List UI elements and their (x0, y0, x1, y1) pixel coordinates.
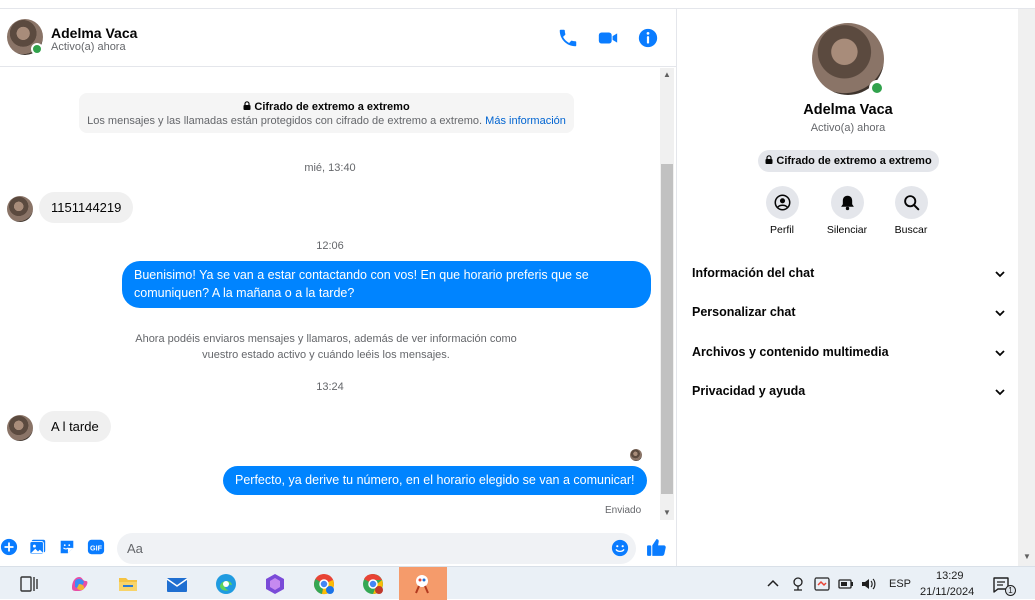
lock-icon (243, 101, 251, 110)
section-customize-chat[interactable]: Personalizar chat (692, 301, 1006, 325)
volume-icon[interactable] (860, 576, 876, 592)
message-list: Cifrado de extremo a extremo Los mensaje… (0, 68, 660, 520)
photo-icon[interactable] (29, 538, 47, 556)
onedrive-icon[interactable] (814, 576, 830, 592)
taskbar: ESP 13:29 21/11/2024 1 (0, 566, 1035, 600)
video-call-icon[interactable] (597, 27, 619, 49)
lock-icon (765, 155, 773, 164)
encryption-description: Los mensajes y las llamadas están proteg… (87, 115, 483, 127)
window-top-edge (0, 0, 1035, 9)
messenger-window: Adelma Vaca Activo(a) ahora Cifrado de e… (0, 0, 1035, 566)
mail-icon[interactable] (166, 573, 188, 595)
profile-label: Perfil (770, 224, 794, 236)
outgoing-message[interactable]: Buenisimo! Ya se van a estar contactando… (122, 261, 651, 308)
timestamp: mié, 13:40 (304, 162, 356, 174)
thumbs-up-icon[interactable] (646, 537, 667, 558)
composer-bar: GIF (0, 520, 676, 566)
sticker-icon[interactable] (58, 538, 76, 556)
timestamp: 13:24 (316, 381, 344, 393)
language-indicator[interactable]: ESP (889, 578, 911, 590)
chrome-icon[interactable] (362, 573, 384, 595)
battery-icon[interactable] (838, 576, 854, 592)
clock-time[interactable]: 13:29 (936, 570, 964, 582)
contact-status: Activo(a) ahora (51, 41, 126, 53)
bell-icon (841, 195, 854, 211)
chat-details-pane: Adelma Vaca Activo(a) ahora Cifrado de e… (676, 9, 1018, 566)
chat-pane: Adelma Vaca Activo(a) ahora Cifrado de e… (0, 9, 676, 566)
scroll-up-arrow-icon[interactable]: ▲ (660, 68, 674, 82)
section-chat-info[interactable]: Información del chat (692, 262, 1006, 286)
sender-avatar[interactable] (7, 415, 33, 441)
chevron-down-icon (995, 310, 1005, 317)
copilot-icon[interactable] (68, 573, 90, 595)
emoji-icon[interactable] (611, 539, 629, 557)
outgoing-message[interactable]: Perfecto, ya derive tu número, en el hor… (223, 466, 647, 495)
encryption-badge[interactable]: Cifrado de extremo a extremo (758, 150, 939, 172)
section-privacy-help[interactable]: Privacidad y ayuda (692, 380, 1006, 404)
gif-icon[interactable]: GIF (87, 538, 105, 556)
timestamp: 12:06 (316, 240, 344, 252)
plus-icon[interactable] (0, 538, 18, 556)
notification-count: 1 (1005, 585, 1016, 596)
info-icon[interactable] (637, 27, 659, 49)
sent-status: Enviado (605, 505, 642, 516)
profile-name: Adelma Vaca (803, 102, 893, 118)
online-indicator (31, 43, 43, 55)
search-icon (904, 195, 920, 211)
chevron-down-icon (995, 271, 1005, 278)
edge-browser-icon[interactable] (215, 573, 237, 595)
task-view-icon[interactable] (19, 574, 39, 594)
chat-header: Adelma Vaca Activo(a) ahora (0, 9, 676, 67)
mute-label: Silenciar (826, 224, 868, 236)
contact-name[interactable]: Adelma Vaca (51, 25, 137, 41)
incoming-message[interactable]: A l tarde (39, 411, 111, 442)
sender-avatar[interactable] (7, 196, 33, 222)
chevron-up-icon[interactable] (766, 577, 780, 591)
more-info-link[interactable]: Más información (485, 115, 566, 127)
online-indicator (869, 80, 885, 96)
profile-icon (774, 194, 791, 211)
phone-icon[interactable] (557, 27, 579, 49)
profile-button[interactable] (766, 186, 799, 219)
chrome-profile-icon[interactable] (313, 573, 335, 595)
read-receipt-avatar (630, 449, 642, 461)
section-media-files[interactable]: Archivos y contenido multimedia (692, 341, 1006, 365)
clock-date[interactable]: 21/11/2024 (920, 586, 974, 598)
chat-scrollbar[interactable]: ▲ ▼ (660, 68, 674, 520)
system-note: Ahora podéis enviaros mensajes y llamaro… (135, 333, 517, 361)
profile-status: Activo(a) ahora (810, 122, 886, 134)
encryption-notice: Cifrado de extremo a extremo Los mensaje… (79, 93, 574, 133)
m365-icon[interactable] (264, 573, 286, 595)
message-input[interactable] (117, 533, 636, 564)
file-explorer-icon[interactable] (117, 573, 139, 595)
incoming-message[interactable]: 1151144219 (39, 192, 134, 223)
search-button[interactable] (895, 186, 928, 219)
search-label: Buscar (894, 224, 928, 236)
encryption-title: Cifrado de extremo a extremo (254, 101, 410, 113)
scroll-down-arrow-icon[interactable]: ▼ (660, 506, 674, 520)
mute-button[interactable] (831, 186, 864, 219)
scroll-down-arrow-icon[interactable]: ▼ (1020, 550, 1034, 564)
webcam-icon[interactable] (790, 576, 806, 592)
window-scrollbar[interactable]: ▼ (1018, 9, 1035, 566)
paint-app-icon[interactable] (411, 573, 433, 595)
chevron-down-icon (995, 350, 1005, 357)
scroll-thumb[interactable] (661, 164, 673, 494)
svg-text:GIF: GIF (90, 544, 103, 553)
chevron-down-icon (995, 389, 1005, 396)
